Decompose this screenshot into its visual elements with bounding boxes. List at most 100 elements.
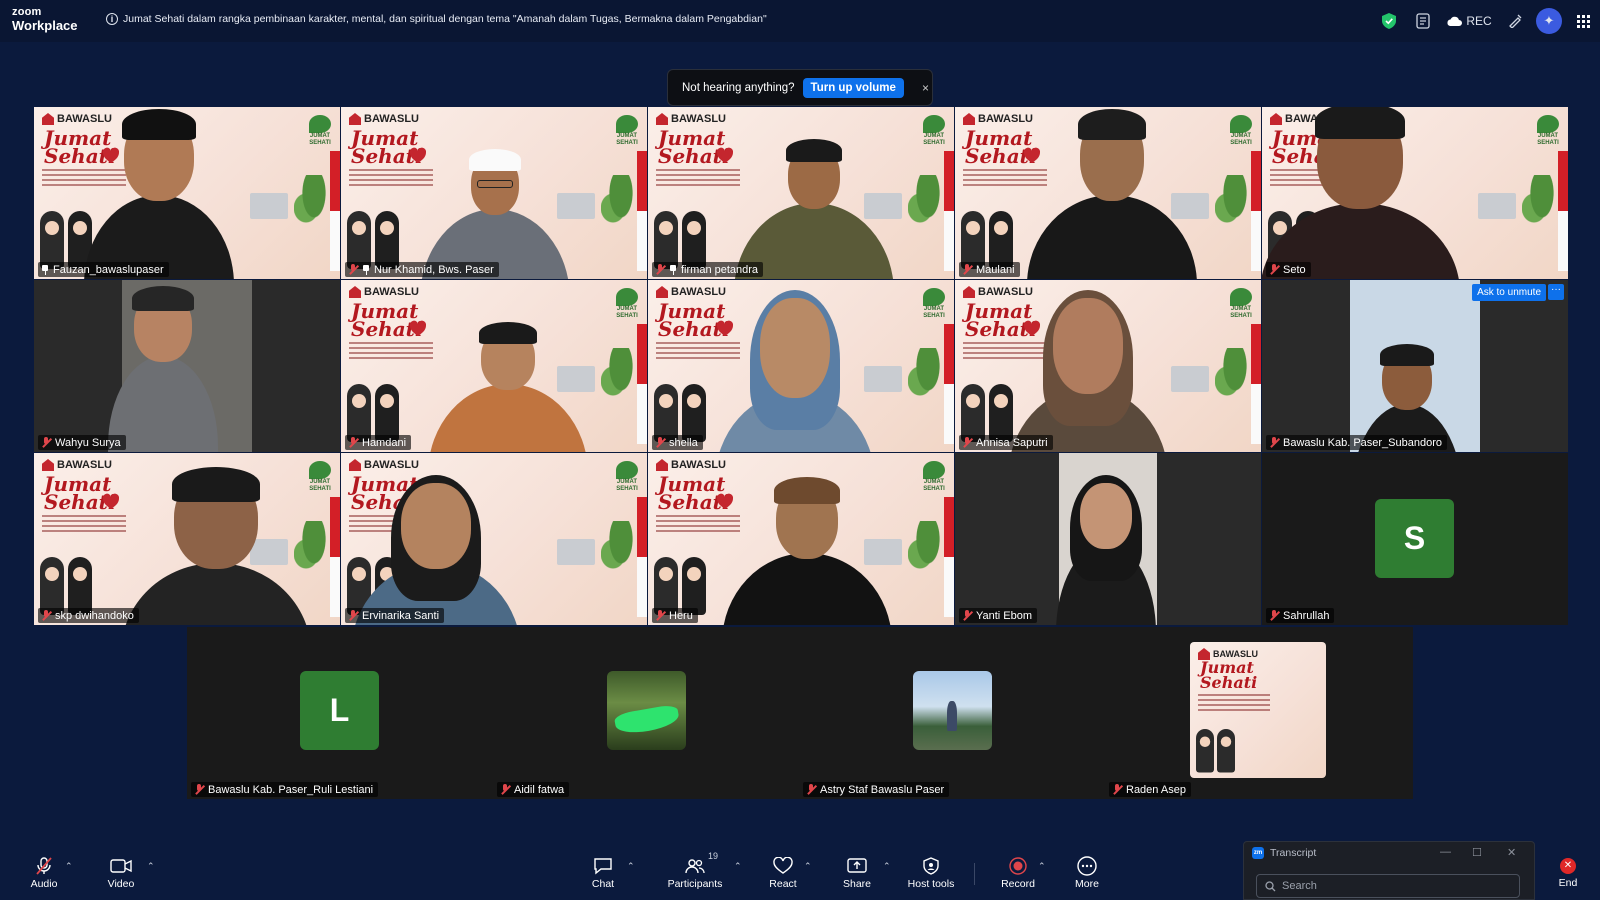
share-options-chevron-icon[interactable]: ⌃ — [883, 861, 891, 872]
participants-options-chevron-icon[interactable]: ⌃ — [734, 861, 742, 872]
top-bar: zoom Workplace i Jumat Sehati dalam rang… — [0, 0, 1600, 42]
meeting-topic[interactable]: i Jumat Sehati dalam rangka pembinaan ka… — [106, 13, 767, 25]
record-options-chevron-icon[interactable]: ⌃ — [1038, 861, 1046, 872]
encryption-shield-icon[interactable] — [1372, 0, 1406, 42]
avatar — [913, 671, 992, 750]
mic-muted-icon — [41, 437, 51, 448]
annotate-icon[interactable] — [1498, 0, 1532, 42]
participant-nametag: Wahyu Surya — [38, 435, 126, 450]
audio-label: Audio — [30, 878, 58, 890]
video-tile[interactable]: BAWASLU Jumat Sehati JUMAT SEHATI Heru — [648, 453, 954, 625]
video-tile[interactable]: Ask to unmute ··· Bawaslu Kab. Paser_Suban… — [1262, 280, 1568, 452]
jumat-sehati-banner: BAWASLU Jumat Sehati — [1190, 642, 1326, 778]
audio-options-chevron-icon[interactable]: ⌃ — [65, 861, 73, 872]
notes-icon[interactable] — [1406, 0, 1440, 42]
share-screen-icon — [846, 857, 868, 875]
ai-companion-button[interactable]: ✦ — [1532, 0, 1566, 42]
end-meeting-button[interactable]: ✕ End — [1548, 847, 1588, 900]
heart-icon — [772, 857, 794, 875]
close-icon[interactable]: ✕ — [1507, 846, 1516, 859]
meeting-topic-text: Jumat Sehati dalam rangka pembinaan kara… — [123, 13, 767, 25]
video-tile[interactable]: BAWASLU Jumat Sehati JUMAT SEHATI Annisa Sapu… — [955, 280, 1261, 452]
audio-button[interactable]: Audio — [29, 847, 59, 900]
pin-icon — [669, 264, 677, 275]
banner-org: BAWASLU — [671, 286, 726, 298]
video-tile[interactable]: BAWASLU Jumat Sehati JUMAT SEHATI shella — [648, 280, 954, 452]
info-icon[interactable]: i — [106, 13, 118, 25]
banner-badge-2: SEHATI — [616, 486, 638, 492]
video-tile[interactable]: S Sahrullah — [1262, 453, 1568, 625]
minimize-icon[interactable]: — — [1440, 846, 1451, 858]
mic-muted-icon — [348, 264, 358, 275]
banner-badge-2: SEHATI — [1230, 140, 1252, 146]
share-label: Share — [842, 878, 872, 890]
avatar — [607, 671, 686, 750]
banner-badge-2: SEHATI — [1537, 140, 1559, 146]
apps-grid-icon[interactable] — [1566, 0, 1600, 42]
cloud-recording-indicator[interactable]: REC — [1440, 0, 1498, 42]
share-button[interactable]: Share — [842, 847, 872, 900]
banner-badge-1: JUMAT — [923, 306, 945, 312]
chat-button[interactable]: Chat — [588, 847, 618, 900]
rec-label: REC — [1466, 14, 1492, 28]
turn-up-volume-button[interactable]: Turn up volume — [802, 77, 904, 98]
participant-nametag: Heru — [652, 608, 698, 623]
banner-org: BAWASLU — [978, 286, 1033, 298]
transcript-search-input[interactable]: Search — [1256, 874, 1520, 898]
mic-muted-icon — [962, 264, 972, 275]
banner-org: BAWASLU — [671, 459, 726, 471]
participant-nametag: Bawaslu Kab. Paser_Ruli Lestiani — [191, 782, 379, 797]
banner-badge-1: JUMAT — [923, 133, 945, 139]
video-tile[interactable]: BAWASLU Jumat Sehati JUMAT SEHATI Ervinarika … — [341, 453, 647, 625]
video-tile[interactable]: BAWASLU Jumat Sehati JUMAT SEHATI Nur Khamid,… — [341, 107, 647, 279]
participant-nametag: Yanti Ebom — [959, 608, 1038, 623]
video-tile[interactable]: Wahyu Surya — [34, 280, 340, 452]
host-tools-button[interactable]: Host tools — [908, 847, 954, 900]
avatar: BAWASLU Jumat Sehati — [1190, 642, 1326, 778]
avatar-letter: S — [1403, 520, 1426, 556]
participant-nametag: Bawaslu Kab. Paser_Subandoro — [1266, 435, 1447, 450]
participant-name: Heru — [669, 609, 693, 622]
video-tile[interactable]: BAWASLU Jumat Sehati JUMAT SEHATI skp dwihand… — [34, 453, 340, 625]
participants-count: 19 — [708, 851, 719, 861]
video-tile[interactable]: BAWASLU Jumat Sehati JUMAT SEHATI Maulani — [955, 107, 1261, 279]
logo-text-zoom: zoom — [12, 6, 42, 18]
banner-org: BAWASLU — [364, 286, 419, 298]
react-options-chevron-icon[interactable]: ⌃ — [804, 861, 812, 872]
participant-name: Raden Asep — [1126, 783, 1186, 796]
participant-name: Hamdani — [362, 436, 407, 449]
video-tile[interactable]: BAWASLU Jumat Sehati JUMAT SEHATI Seto — [1262, 107, 1568, 279]
participant-nametag: skp dwihandoko — [38, 608, 139, 623]
mic-muted-icon — [500, 784, 510, 795]
video-tile[interactable]: BAWASLU Jumat Sehati JUMAT SEHATI firman peta… — [648, 107, 954, 279]
banner-title-2: Sehati — [1200, 673, 1258, 692]
video-tile[interactable]: BAWASLU Jumat Sehati JUMAT SEHATI Fauzan_bawa… — [34, 107, 340, 279]
react-button[interactable]: React — [766, 847, 800, 900]
chat-options-chevron-icon[interactable]: ⌃ — [627, 861, 635, 872]
mic-muted-icon — [1269, 610, 1279, 621]
more-button[interactable]: More — [1072, 847, 1102, 900]
participant-nametag: Seto — [1266, 262, 1311, 277]
video-options-chevron-icon[interactable]: ⌃ — [147, 861, 155, 872]
zoom-app-icon: zm — [1252, 847, 1264, 859]
video-tile[interactable]: Yanti Ebom — [955, 453, 1261, 625]
participant-nametag: Maulani — [959, 262, 1020, 277]
participant-name: Bawaslu Kab. Paser_Ruli Lestiani — [208, 783, 374, 796]
tile-more-options-button[interactable]: ··· — [1548, 284, 1564, 300]
video-label: Video — [107, 878, 135, 890]
video-button[interactable]: Video — [106, 847, 136, 900]
banner-badge-2: SEHATI — [309, 486, 331, 492]
mic-muted-icon — [655, 264, 665, 275]
maximize-icon[interactable]: ☐ — [1472, 846, 1482, 859]
toast-close-icon[interactable]: × — [922, 81, 929, 95]
pin-icon — [41, 264, 49, 275]
participant-name: Sahrullah — [1283, 609, 1330, 622]
mic-muted-icon — [348, 437, 358, 448]
record-button[interactable]: Record — [1001, 847, 1035, 900]
participant-name: Fauzan_bawaslupaser — [53, 263, 164, 276]
search-icon — [1265, 880, 1276, 891]
video-tile[interactable]: BAWASLU Jumat Sehati JUMAT SEHATI Hamdani — [341, 280, 647, 452]
participant-name: Maulani — [976, 263, 1015, 276]
sparkle-icon: ✦ — [1536, 8, 1562, 34]
ask-to-unmute-button[interactable]: Ask to unmute — [1472, 284, 1546, 301]
